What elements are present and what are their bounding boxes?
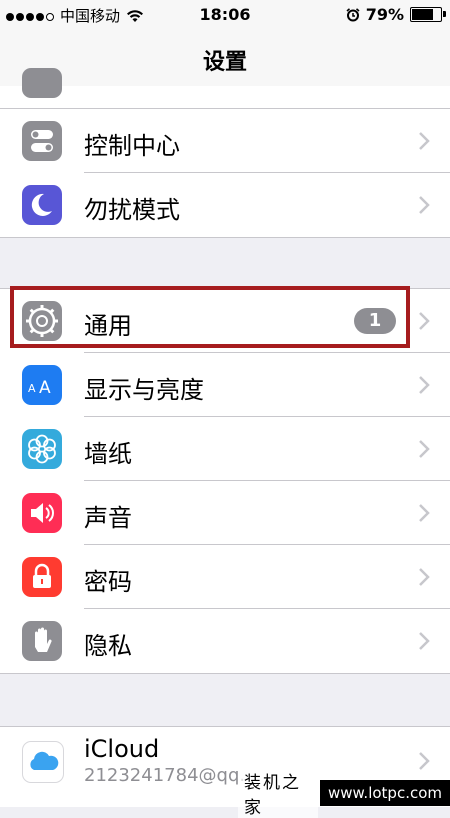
settings-row-display-brightness[interactable]: A A 显示与亮度 — [0, 353, 450, 417]
hand-icon — [22, 621, 62, 661]
control-center-icon — [22, 121, 62, 161]
watermark-url: www.lotpc.com — [320, 780, 450, 806]
chevron-right-icon — [419, 312, 430, 330]
chevron-right-icon — [419, 568, 430, 586]
settings-row-wallpaper[interactable]: 墙纸 — [0, 417, 450, 481]
page-title: 设置 — [202, 50, 247, 75]
settings-group-0 — [0, 68, 450, 109]
partial-row-icon — [22, 68, 62, 98]
row-label: 墙纸 — [84, 440, 132, 468]
wallpaper-icon — [22, 429, 62, 469]
account-email: 2123241784@qq. — [84, 765, 246, 786]
settings-row-do-not-disturb[interactable]: 勿扰模式 — [0, 173, 450, 237]
display-brightness-icon: A A — [22, 365, 62, 405]
row-label: 勿扰模式 — [84, 196, 180, 224]
watermark: 装机之家 www.lotpc.com — [238, 768, 450, 818]
chevron-right-icon — [419, 632, 430, 650]
row-label: 显示与亮度 — [84, 376, 204, 404]
settings-row-control-center[interactable]: 控制中心 — [0, 109, 450, 173]
lock-icon — [22, 557, 62, 597]
chevron-right-icon — [419, 132, 430, 150]
svg-text:A: A — [28, 382, 36, 395]
highlight-box — [10, 286, 410, 348]
status-bar: 中国移动 18:06 79% — [0, 0, 450, 30]
alarm-icon — [346, 7, 360, 21]
chevron-right-icon — [419, 440, 430, 458]
row-label: 声音 — [84, 504, 132, 532]
chevron-right-icon — [419, 504, 430, 522]
status-right: 79% — [346, 5, 446, 24]
moon-icon — [22, 185, 62, 225]
battery-icon — [410, 7, 446, 22]
row-label: iCloud — [84, 735, 160, 763]
icloud-icon — [22, 741, 64, 783]
battery-percent: 79% — [365, 5, 404, 24]
settings-row-sounds[interactable]: 声音 — [0, 481, 450, 545]
chevron-right-icon — [419, 196, 430, 214]
svg-text:A: A — [39, 378, 51, 398]
watermark-text: 装机之家 — [238, 768, 318, 818]
settings-group-1: 控制中心 勿扰模式 — [0, 108, 450, 238]
speaker-icon — [22, 493, 62, 533]
battery-fill — [412, 9, 433, 20]
row-label: 隐私 — [84, 632, 132, 660]
settings-row-passcode[interactable]: 密码 — [0, 545, 450, 609]
row-label: 控制中心 — [84, 132, 180, 160]
navigation-bar: 设置 — [0, 30, 450, 87]
row-label: 密码 — [84, 568, 132, 596]
settings-row-privacy[interactable]: 隐私 — [0, 609, 450, 673]
chevron-right-icon — [419, 376, 430, 394]
